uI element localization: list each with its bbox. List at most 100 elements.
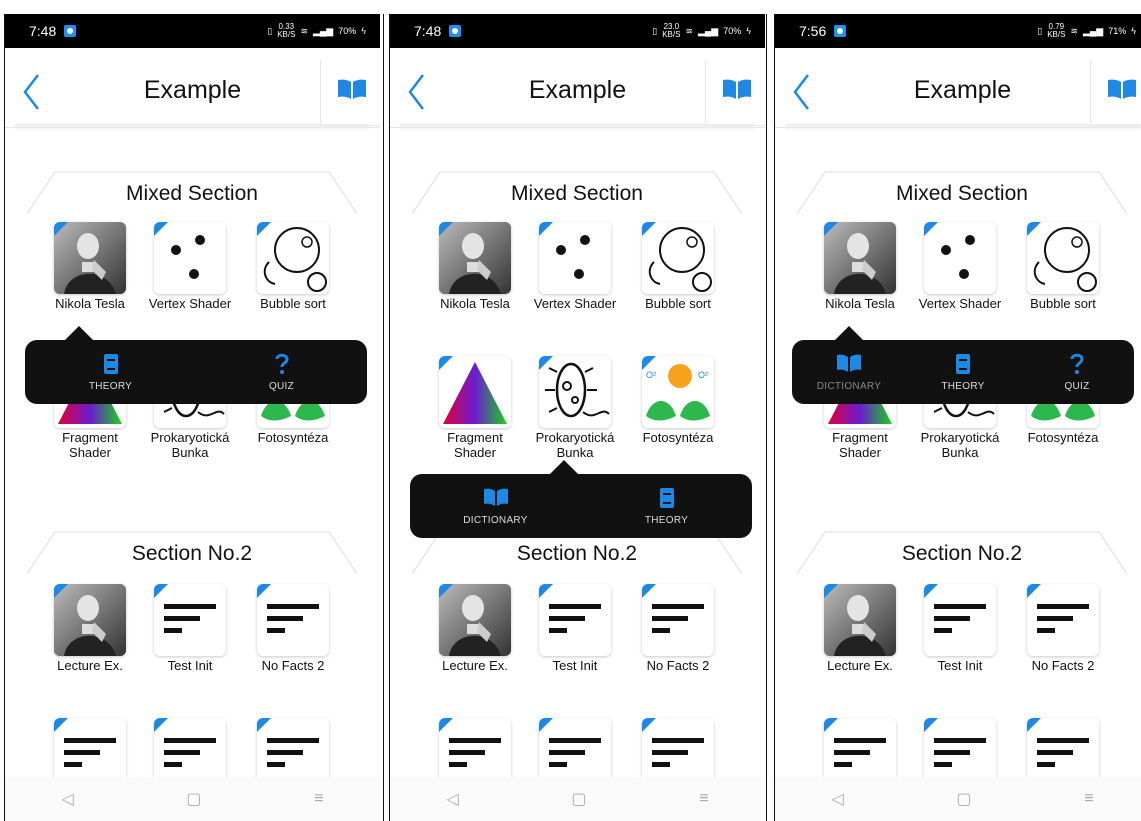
question-icon (1070, 353, 1084, 374)
lesson-tile[interactable]: No Facts 2 (633, 584, 723, 673)
tile-corner-badge (642, 584, 656, 598)
phone-screen: 7:56 ▯ 0.79 KB/S ≋ ▂▄▆ 71% ϟ Example Mix… (775, 0, 1141, 821)
popup-item-quiz[interactable]: QUIZ (1020, 353, 1134, 392)
wifi-icon: ≋ (300, 25, 308, 36)
popup-arrow (835, 326, 863, 340)
tile-image (439, 356, 511, 428)
tile-corner-badge (642, 222, 656, 236)
header-shadow (785, 124, 1140, 132)
nav-menu-icon[interactable]: ≡ (1084, 790, 1093, 808)
app-notification-icon (834, 25, 847, 37)
tile-label: Prokaryotická Bunka (535, 430, 615, 460)
lesson-tile[interactable]: Vertex Shader (145, 222, 235, 311)
vibrate-icon: ▯ (267, 25, 273, 36)
tile-corner-badge (439, 356, 453, 370)
action-popup: THEORY QUIZ (25, 340, 367, 404)
lesson-tile[interactable]: Nikola Tesla (45, 222, 135, 311)
popup-item-label: DICTIONARY (816, 380, 882, 392)
tile-corner-badge (439, 718, 453, 732)
lesson-tile[interactable]: Lecture Ex. (45, 584, 135, 673)
lesson-tile[interactable]: Test Init (915, 584, 1005, 673)
popup-item-dictionary[interactable]: DICTIONARY (436, 487, 556, 526)
tile-image (1027, 222, 1099, 294)
lesson-tile[interactable]: Lecture Ex. (815, 584, 905, 673)
lesson-tile[interactable]: Prokaryotická Bunka (530, 356, 620, 460)
popup-item-label: THEORY (644, 514, 689, 526)
popup-item-theory[interactable]: THEORY (607, 487, 727, 526)
section-header: Section No.2 (797, 530, 1127, 574)
battery-level: 71% (1108, 26, 1127, 36)
tile-corner-badge (154, 222, 168, 236)
nav-menu-icon[interactable]: ≡ (699, 790, 708, 808)
tile-image (539, 222, 611, 294)
system-nav-bar: ◁ ▢ ≡ (775, 777, 1141, 821)
tile-image (1027, 584, 1099, 656)
action-popup: DICTIONARY THEORY (410, 474, 752, 538)
nav-home-icon[interactable]: ▢ (571, 789, 586, 809)
section-header: Mixed Section (797, 170, 1127, 214)
lesson-tile[interactable]: No Facts 2 (1018, 584, 1108, 673)
tile-corner-badge (539, 584, 553, 598)
lesson-tile[interactable]: Nikola Tesla (430, 222, 520, 311)
dictionary-button[interactable] (320, 60, 380, 126)
section-header: Section No.2 (27, 530, 357, 574)
lesson-tile[interactable]: Test Init (145, 584, 235, 673)
lesson-tile[interactable]: Bubble sort (633, 222, 723, 311)
vibrate-icon: ▯ (652, 25, 658, 36)
status-bar: 7:48 ▯ 0.33 KB/S ≋ ▂▄▆ 70% ϟ (5, 14, 380, 48)
nav-home-icon[interactable]: ▢ (186, 789, 201, 809)
popup-item-dictionary[interactable]: DICTIONARY (792, 353, 906, 392)
tile-label: Lecture Ex. (442, 658, 508, 673)
lesson-tile[interactable]: O² O² Fotosyntéza (633, 356, 723, 445)
lesson-tile[interactable]: Test Init (530, 584, 620, 673)
tile-corner-badge (54, 584, 68, 598)
tile-image (924, 584, 996, 656)
dictionary-button[interactable] (1090, 60, 1141, 126)
nav-back-icon[interactable]: ◁ (831, 789, 843, 809)
charging-icon: ϟ (1131, 26, 1136, 36)
network-speed: 23.0 KB/S (662, 22, 681, 39)
tile-label: Fragment Shader (447, 430, 503, 460)
app-header: Example (775, 48, 1141, 128)
section-title: Mixed Section (896, 182, 1028, 205)
popup-item-quiz[interactable]: QUIZ (222, 353, 342, 392)
tile-label: Fragment Shader (832, 430, 888, 460)
tile-label: No Facts 2 (646, 658, 710, 673)
lesson-tile[interactable]: Vertex Shader (530, 222, 620, 311)
lesson-tile[interactable]: Lecture Ex. (430, 584, 520, 673)
tile-image (539, 356, 611, 428)
lesson-tile[interactable]: No Facts 2 (248, 584, 338, 673)
app-header: Example (5, 48, 380, 128)
system-nav-bar: ◁ ▢ ≡ (390, 777, 765, 821)
tile-corner-badge (924, 718, 938, 732)
popup-item-theory[interactable]: THEORY (906, 353, 1020, 392)
section-header: Mixed Section (412, 170, 742, 214)
header-shadow (15, 124, 370, 132)
nav-menu-icon[interactable]: ≡ (314, 790, 323, 808)
header-shadow (400, 124, 755, 132)
tile-label: Nikola Tesla (440, 296, 510, 311)
nav-home-icon[interactable]: ▢ (956, 789, 971, 809)
lesson-tile[interactable]: Vertex Shader (915, 222, 1005, 311)
lesson-tile[interactable]: Nikola Tesla (815, 222, 905, 311)
tile-label: Lecture Ex. (57, 658, 123, 673)
popup-item-theory[interactable]: THEORY (51, 353, 171, 392)
nav-back-icon[interactable]: ◁ (61, 789, 73, 809)
dictionary-button[interactable] (705, 60, 765, 126)
tile-corner-badge (924, 222, 938, 236)
popup-item-label: QUIZ (1064, 380, 1090, 392)
tile-image (154, 584, 226, 656)
popup-arrow (65, 326, 93, 340)
tile-corner-badge (439, 222, 453, 236)
lesson-tile[interactable]: Fragment Shader (430, 356, 520, 460)
nav-back-icon[interactable]: ◁ (446, 789, 458, 809)
book-open-icon (483, 488, 508, 506)
tile-image (439, 584, 511, 656)
lesson-tile[interactable]: Bubble sort (1018, 222, 1108, 311)
tile-label: Fragment Shader (62, 430, 118, 460)
tile-label: No Facts 2 (261, 658, 325, 673)
tile-label: No Facts 2 (1031, 658, 1095, 673)
tile-corner-badge (257, 222, 271, 236)
lesson-tile[interactable]: Bubble sort (248, 222, 338, 311)
page-title: Example (913, 76, 1012, 104)
